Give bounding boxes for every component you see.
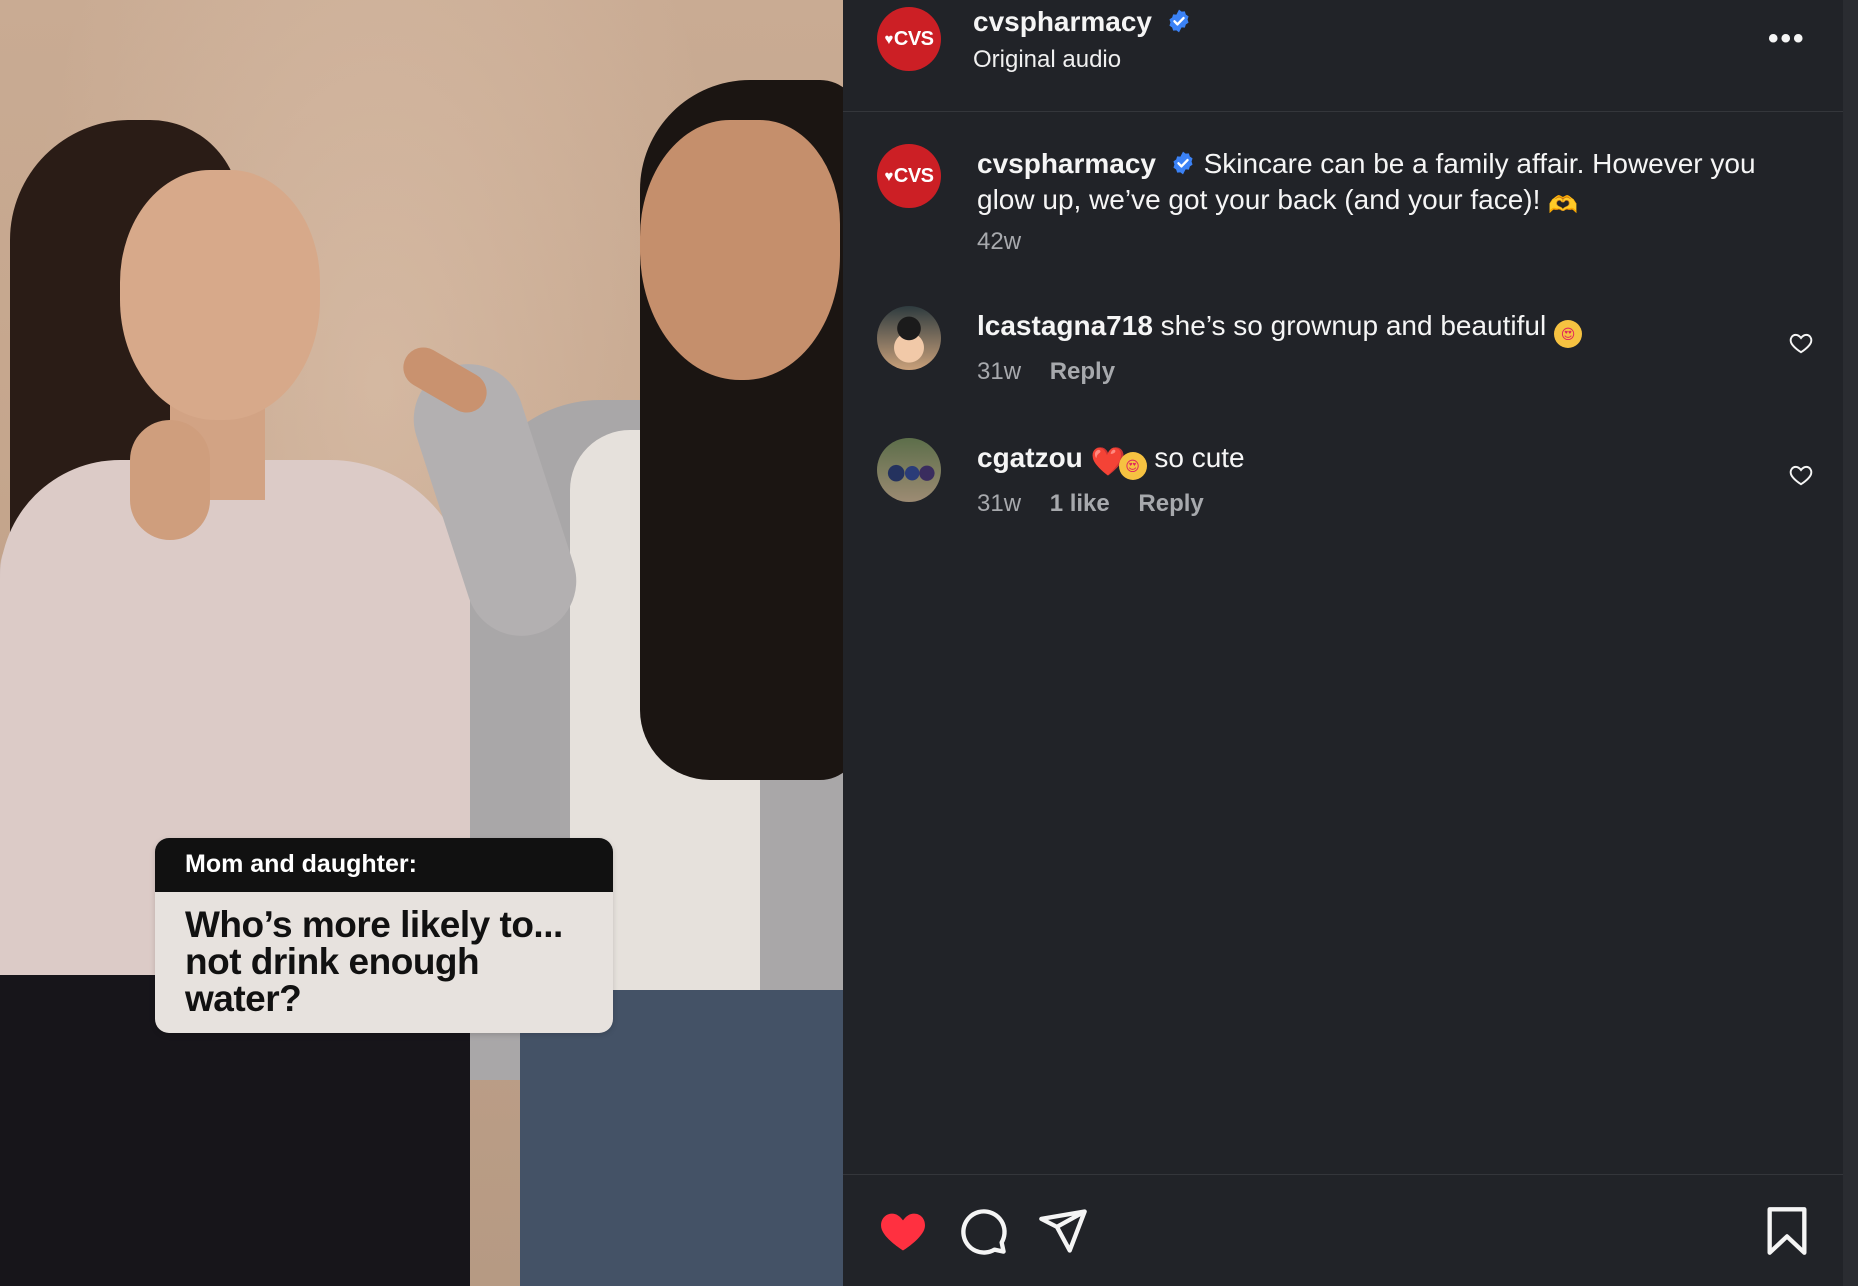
comment-text: lcastagna718 she’s so grownup and beauti… [977,308,1757,348]
comment-username[interactable]: cgatzou [977,442,1083,473]
post-timestamp[interactable]: 42w [977,228,1021,256]
comment-body: so cute [1154,442,1245,473]
avatar[interactable]: ♥ CVS [877,7,941,71]
header-username-text: cvspharmacy [973,6,1153,37]
comment-icon[interactable] [957,1205,1009,1257]
cvs-heart-icon: ♥ [884,30,893,48]
bookmark-icon[interactable] [1761,1205,1813,1257]
mother-face [640,120,840,380]
comment-body: she’s so grownup and beautiful [1160,310,1547,341]
daughter-face [120,170,320,420]
reply-button[interactable]: Reply [1138,490,1203,517]
reply-button[interactable]: Reply [1050,358,1115,385]
avatar-label: CVS [893,164,934,187]
action-bar [843,1174,1843,1286]
comment-meta: 31w 1 like Reply [977,490,1226,518]
header-username[interactable]: cvspharmacy [973,6,1192,38]
cvs-heart-icon: ♥ [884,167,893,185]
post-header: ♥ CVS cvspharmacy Original audio ••• [843,0,1843,112]
avatar-label: CVS [893,27,934,50]
comment-item: lcastagna718 she’s so grownup and beauti… [843,306,1843,406]
comment-timestamp[interactable]: 31w [977,358,1021,385]
mother-jeans [520,990,843,1286]
caption-username[interactable]: cvspharmacy [977,148,1156,179]
heart-hands-icon: 🫶 [1548,192,1579,219]
comment-meta: 31w Reply [977,358,1137,386]
audio-link[interactable]: Original audio [973,46,1121,74]
daughter-hand [130,420,210,540]
comment-text: cgatzou ❤️😍 so cute [977,440,1757,480]
caption-question: Who’s more likely to... not drink enough… [155,892,613,1033]
heart-eyes-emoji-icon: 😍 [1118,452,1147,480]
heart-eyes-emoji-icon: 😍 [1554,320,1582,348]
share-icon[interactable] [1037,1205,1089,1257]
avatar[interactable] [877,306,941,370]
red-heart-emoji-icon: ❤️ [1090,446,1126,477]
scrollbar-track[interactable] [1843,0,1858,1286]
avatar[interactable] [877,438,941,502]
caption-heading: Mom and daughter: [155,838,613,892]
likes-count[interactable]: 1 like [1050,490,1110,517]
comment-item: cgatzou ❤️😍 so cute 31w 1 like Reply [843,438,1843,538]
verified-icon [1173,151,1193,175]
avatar[interactable]: ♥ CVS [877,144,941,208]
post-side-panel: ♥ CVS cvspharmacy Original audio ••• ♥ CVS… [843,0,1843,1286]
comment-username[interactable]: lcastagna718 [977,310,1153,341]
verified-icon [1169,9,1189,33]
comment-timestamp[interactable]: 31w [977,490,1021,517]
heart-icon[interactable] [1788,330,1814,356]
reel-video[interactable]: Mom and daughter: Who’s more likely to..… [0,0,843,1286]
heart-icon[interactable] [877,1205,929,1257]
heart-icon[interactable] [1788,462,1814,488]
more-icon[interactable]: ••• [1768,22,1806,56]
video-caption-card: Mom and daughter: Who’s more likely to..… [155,838,613,1033]
caption-text: cvspharmacy Skincare can be a family aff… [977,146,1797,220]
